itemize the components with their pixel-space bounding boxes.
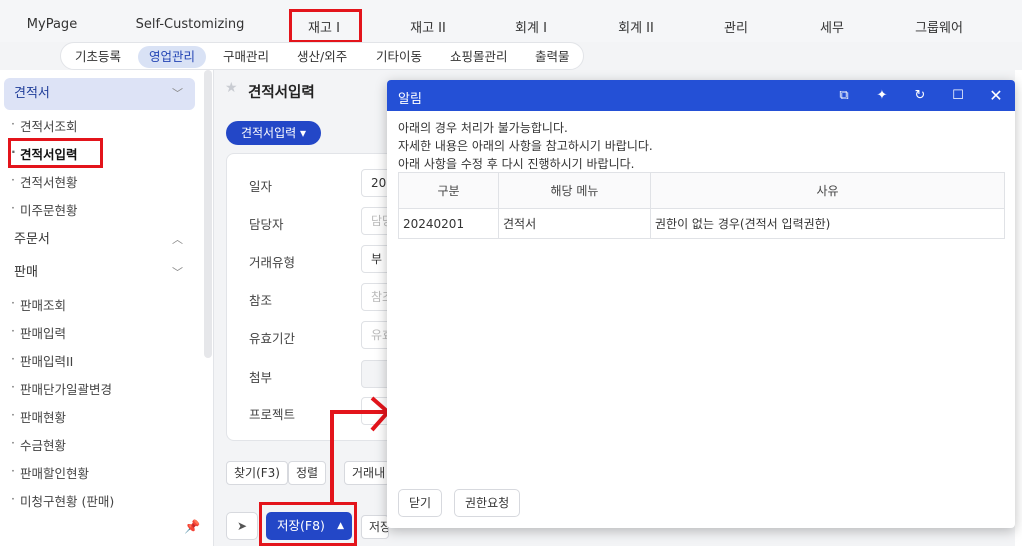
subnav-item-production[interactable]: 생산/외주	[286, 46, 358, 68]
topnav-item-admin[interactable]: 관리	[724, 17, 748, 36]
chevron-down-icon: ﹀	[172, 266, 183, 279]
table-cell: 20240201	[398, 208, 499, 239]
sidebar-item-sales-status[interactable]: 판매현황	[11, 407, 66, 426]
field-label-trade-type: 거래유형	[249, 255, 296, 270]
dialog-message-2: 자세한 내용은 아래의 사항을 참고하시기 바랍니다.	[398, 139, 653, 153]
dialog-header: 알림 ⧉ ✦ ↻ ☐ ✕	[387, 80, 1015, 111]
sort-button[interactable]: 정렬	[288, 461, 327, 485]
field-label-valid-period: 유효기간	[249, 331, 296, 346]
sidebar-item-collection-status[interactable]: 수금현황	[11, 435, 66, 454]
sidebar-item-discount-status[interactable]: 판매할인현황	[11, 463, 89, 482]
sidebar-item-unbilled-status[interactable]: 미청구현황 (판매)	[11, 491, 114, 510]
dialog-message-3: 아래 사항을 수정 후 다시 진행하시기 바랍니다.	[398, 157, 635, 171]
sub-navigation: 기초등록 영업관리 구매관리 생산/외주 기타이동 쇼핑몰관리 출력물	[60, 42, 584, 70]
page-edge	[1015, 70, 1022, 546]
subnav-item-sales-management[interactable]: 영업관리	[138, 46, 207, 68]
table-header: 해당 메뉴	[498, 172, 651, 209]
sidebar-item-unordered-status[interactable]: 미주문현황	[11, 200, 77, 219]
topnav-item-inventory-1[interactable]: 재고 I	[308, 17, 340, 36]
sidebar-group-estimate[interactable]: 견적서 ﹀	[4, 78, 195, 110]
sidebar-item-estimate-list[interactable]: 견적서조회	[11, 116, 77, 135]
maximize-icon[interactable]: ☐	[948, 86, 968, 106]
sidebar-item-estimate-status[interactable]: 견적서현황	[11, 172, 77, 191]
chevron-down-icon: ﹀	[172, 87, 183, 100]
red-arrow-icon	[330, 396, 391, 504]
request-permission-button[interactable]: 권한요청	[454, 489, 521, 517]
external-link-icon[interactable]: ⧉	[834, 86, 854, 106]
close-icon[interactable]: ✕	[986, 86, 1006, 106]
sidebar-item-sales-input-2[interactable]: 판매입력II	[11, 351, 73, 370]
chevron-up-icon: ︿	[172, 233, 183, 246]
sidebar-group-label: 견적서	[14, 86, 50, 101]
field-label-attachment: 첨부	[249, 370, 273, 385]
topnav-item-accounting-2[interactable]: 회계 II	[618, 17, 654, 36]
topnav-item-inventory-2[interactable]: 재고 II	[410, 17, 446, 36]
sidebar-item-estimate-input[interactable]: 견적서입력	[11, 144, 77, 163]
dialog-message-1: 아래의 경우 처리가 불가능합니다.	[398, 121, 568, 135]
sidebar-group-label: 판매	[14, 265, 38, 280]
sidebar-item-sales-input[interactable]: 판매입력	[11, 323, 66, 342]
table-header: 구분	[398, 172, 499, 209]
field-label-reference: 참조	[249, 293, 273, 308]
close-button[interactable]: 닫기	[398, 489, 443, 517]
sidebar-group-label: 주문서	[14, 232, 50, 247]
topnav-item-self-customizing[interactable]: Self-Customizing	[136, 17, 245, 32]
table-row: 20240201 견적서 권한이 없는 경우(견적서 입력권한)	[398, 208, 1005, 239]
sidebar-item-sales-list[interactable]: 판매조회	[11, 295, 66, 314]
estimate-input-mode-button[interactable]: 견적서입력 ▾	[226, 121, 321, 145]
dialog-title: 알림	[398, 92, 422, 107]
send-icon: ➤	[236, 519, 248, 533]
subnav-item-basic-registration[interactable]: 기초등록	[64, 46, 132, 68]
caret-up-icon[interactable]: ▲	[337, 512, 344, 540]
sidebar-item-price-bulk-change[interactable]: 판매단가일괄변경	[11, 379, 112, 398]
topnav-item-groupware[interactable]: 그룹웨어	[915, 17, 963, 36]
field-label-manager: 담당자	[249, 217, 284, 232]
alert-dialog: 알림 ⧉ ✦ ↻ ☐ ✕ 아래의 경우 처리가 불가능합니다. 자세한 내용은 …	[387, 80, 1015, 528]
field-label-date: 일자	[249, 179, 273, 194]
page-title: 견적서입력	[248, 85, 315, 101]
subnav-item-purchase-management[interactable]: 구매관리	[212, 46, 280, 68]
reason-table: 구분 해당 메뉴 사유 20240201 견적서 권한이 없는 경우(견적서 입…	[398, 172, 1005, 239]
subnav-item-other-transfer[interactable]: 기타이동	[365, 46, 433, 68]
subnav-item-printouts[interactable]: 출력물	[524, 46, 581, 68]
sidebar-group-sales[interactable]: 판매 ﹀	[4, 257, 195, 289]
field-label-project: 프로젝트	[249, 407, 296, 422]
sidebar-group-order[interactable]: 주문서 ︿	[4, 224, 195, 256]
refresh-icon[interactable]: ↻	[910, 86, 930, 106]
pin-icon[interactable]: ✦	[872, 86, 892, 106]
find-button[interactable]: 찾기(F3)	[226, 461, 288, 485]
topnav-item-tax[interactable]: 세무	[820, 17, 844, 36]
topnav-item-accounting-1[interactable]: 회계 I	[515, 17, 547, 36]
subnav-item-shopping-mall[interactable]: 쇼핑몰관리	[439, 46, 519, 68]
sidebar: 견적서 ﹀ 견적서조회 견적서입력 견적서현황 미주문현황 주문서 ︿ 판매 ﹀…	[0, 70, 214, 546]
topnav-item-mypage[interactable]: MyPage	[27, 17, 77, 32]
pin-icon[interactable]: 📌	[184, 520, 200, 535]
table-cell: 권한이 없는 경우(견적서 입력권한)	[650, 208, 1005, 239]
table-cell: 견적서	[498, 208, 651, 239]
top-navigation: MyPage Self-Customizing 재고 I 재고 II 회계 I …	[0, 0, 1022, 42]
star-icon[interactable]: ★	[225, 80, 238, 96]
save-button[interactable]: 저장(F8) ▲	[266, 512, 352, 540]
send-button[interactable]: ➤	[226, 512, 258, 540]
table-header: 사유	[650, 172, 1005, 209]
save-new-button[interactable]: 저장/신규(F7)	[361, 515, 389, 539]
sidebar-scrollbar[interactable]	[204, 70, 212, 358]
save-button-label: 저장(F8)	[277, 518, 325, 533]
